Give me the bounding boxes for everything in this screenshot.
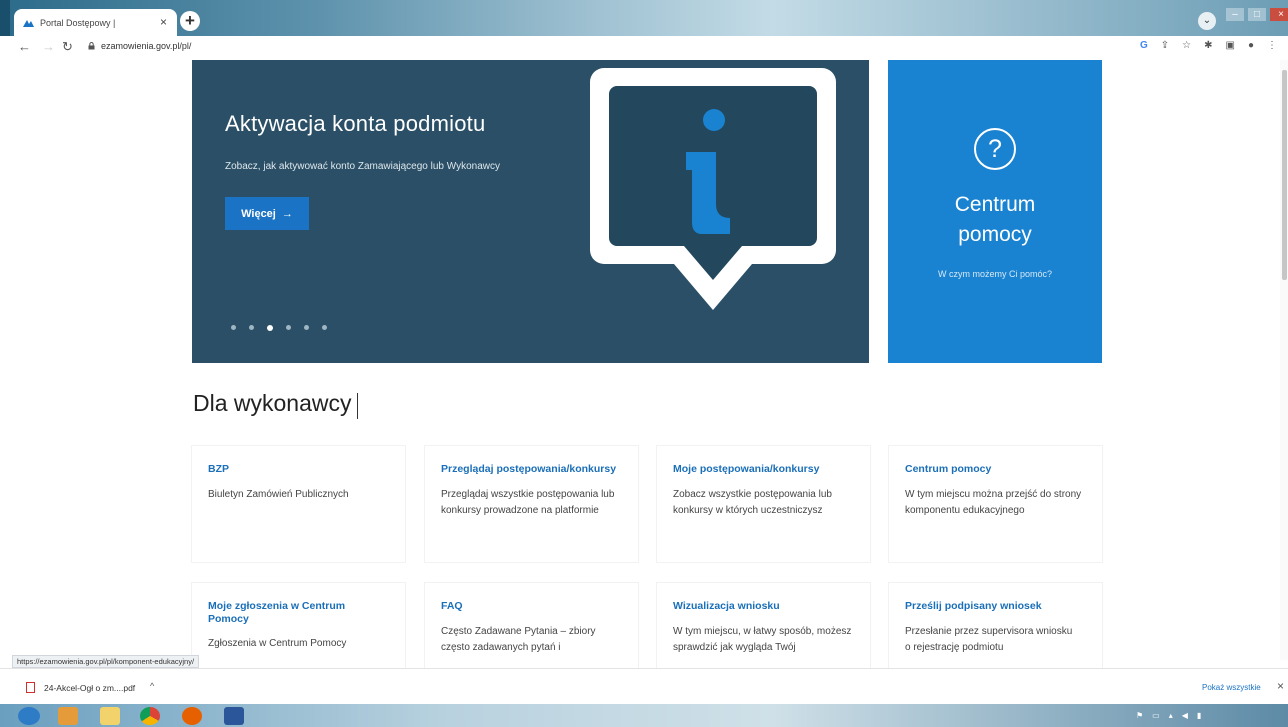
chrome-icon[interactable] [140, 707, 160, 725]
carousel-dots [231, 324, 327, 331]
hero-carousel: Aktywacja konta podmiotu Zobacz, jak akt… [192, 60, 869, 363]
back-arrow-icon[interactable]: ← [18, 39, 31, 54]
card-text: Zgłoszenia w Centrum Pomocy [208, 638, 347, 649]
tray-battery-icon[interactable]: ▮ [1197, 711, 1201, 720]
window-controls: – □ × [1226, 8, 1288, 22]
card-title: Wizualizacja wniosku [673, 600, 780, 612]
portal-favicon-icon [23, 20, 34, 27]
more-button[interactable]: Więcej → [225, 197, 309, 230]
carousel-dot[interactable] [267, 324, 273, 331]
system-clock [1238, 707, 1240, 716]
chevron-up-icon[interactable]: ^ [150, 681, 154, 691]
info-bubble-icon [590, 68, 836, 310]
lock-icon [88, 42, 95, 50]
page-scrollbar[interactable] [1280, 60, 1288, 660]
minimize-icon[interactable]: – [1226, 8, 1244, 21]
card-text: W tym miejscu, w łatwy sposób, możesz sp… [673, 626, 852, 653]
carousel-dot[interactable] [249, 325, 254, 330]
browser-toolbar: ← → ↻ ezamowienia.gov.pl/pl/ G ⇪ ☆ ✱ ▣ ●… [0, 36, 1288, 58]
pdf-file-icon [26, 682, 35, 693]
sidepanel-icon[interactable]: ▣ [1226, 40, 1235, 51]
card-my-proceedings[interactable]: Moje postępowania/konkursy Zobacz wszyst… [657, 446, 870, 562]
download-file-name[interactable]: 24-Akcel-Ogł o zm....pdf [44, 683, 135, 693]
arrow-right-icon: → [281, 207, 293, 220]
card-title: Centrum pomocy [905, 463, 992, 475]
card-title: Moje postępowania/konkursy [673, 463, 820, 475]
extensions-icon[interactable]: ✱ [1204, 40, 1212, 51]
help-center-panel[interactable]: ? Centrum pomocy W czym możemy Ci pomóc? [888, 60, 1102, 363]
tray-network-icon[interactable]: ▭ [1152, 711, 1160, 720]
text-cursor [357, 393, 358, 419]
card-text: Często Zadawane Pytania – zbiory często … [441, 626, 596, 653]
downloads-close-icon[interactable]: × [1277, 679, 1284, 693]
card-help-center[interactable]: Centrum pomocy W tym miejscu można przej… [889, 446, 1102, 562]
card-title: BZP [208, 463, 229, 475]
downloads-bar: 24-Akcel-Ogł o zm....pdf ^ Pokaż wszystk… [0, 668, 1288, 704]
card-text: Przesłanie przez supervisora wniosku o r… [905, 626, 1073, 653]
system-tray: ⚑ ▭ ▴ ◀ ▮ [1136, 711, 1201, 720]
tray-volume-icon[interactable]: ◀ [1182, 711, 1188, 720]
show-all-downloads-link[interactable]: Pokaż wszystkie [1202, 683, 1261, 692]
hero-title: Aktywacja konta podmiotu [225, 111, 486, 136]
hero-text: Zobacz, jak aktywować konto Zamawiająceg… [225, 161, 501, 172]
menu-dots-icon[interactable]: ⋮ [1267, 40, 1277, 51]
tray-flag-icon[interactable]: ⚑ [1136, 711, 1143, 720]
card-title: Przeglądaj postępowania/konkursy [441, 463, 617, 475]
more-button-label: Więcej [241, 207, 276, 220]
profile-icon[interactable]: ● [1248, 40, 1254, 51]
chevron-down-icon[interactable]: ⌄ [1198, 12, 1216, 30]
firefox-icon[interactable] [182, 707, 202, 725]
window-close-icon[interactable]: × [1270, 8, 1288, 21]
media-player-icon[interactable] [58, 707, 78, 725]
card-text: Zobacz wszystkie postępowania lub konkur… [673, 489, 832, 516]
help-title: Centrum pomocy [954, 193, 1036, 246]
help-subtitle: W czym możemy Ci pomóc? [937, 269, 1053, 279]
card-text: Biuletyn Zamówień Publicznych [208, 489, 349, 500]
maximize-icon[interactable]: □ [1248, 8, 1266, 21]
tab-close-icon[interactable]: × [160, 15, 167, 29]
carousel-dot[interactable] [304, 325, 309, 330]
tray-arrow-icon[interactable]: ▴ [1169, 711, 1173, 720]
card-text: W tym miejscu można przejść do strony ko… [905, 489, 1082, 516]
bookmark-star-icon[interactable]: ☆ [1182, 40, 1191, 51]
os-taskbar: ⚑ ▭ ▴ ◀ ▮ [0, 704, 1288, 727]
section-title: Dla wykonawcy [193, 390, 352, 416]
card-bzp[interactable]: BZP Biuletyn Zamówień Publicznych [192, 446, 405, 562]
reload-icon[interactable]: ↻ [62, 39, 73, 55]
forward-arrow-icon[interactable]: → [42, 39, 55, 54]
address-bar[interactable]: ezamowienia.gov.pl/pl/ [88, 41, 191, 51]
carousel-dot[interactable] [231, 325, 236, 330]
question-mark-icon: ? [974, 128, 1016, 170]
card-text: Przeglądaj wszystkie postępowania lub ko… [441, 489, 615, 516]
new-tab-button[interactable]: + [180, 11, 200, 31]
tabstrip-edge [0, 0, 10, 36]
card-browse-proceedings[interactable]: Przeglądaj postępowania/konkursy Przeglą… [425, 446, 638, 562]
start-button-icon[interactable] [18, 707, 40, 725]
card-title: Prześlij podpisany wniosek [905, 600, 1042, 612]
scrollbar-thumb[interactable] [1282, 70, 1287, 280]
carousel-dot[interactable] [286, 325, 291, 330]
word-icon[interactable] [224, 707, 244, 725]
file-explorer-icon[interactable] [100, 707, 120, 725]
share-icon[interactable]: ⇪ [1161, 40, 1169, 51]
card-title: Moje zgłoszenia w Centrum Pomocy [208, 600, 346, 625]
status-bar-url: https://ezamowienia.gov.pl/pl/komponent-… [12, 655, 200, 668]
url-text: ezamowienia.gov.pl/pl/ [101, 41, 192, 51]
card-title: FAQ [441, 600, 463, 612]
browser-tabstrip: Portal Dostępowy | × + ⌄ – □ × [0, 0, 1288, 36]
toolbar-icons: G ⇪ ☆ ✱ ▣ ● ⋮ [1140, 40, 1277, 51]
tab-title: Portal Dostępowy | [40, 18, 116, 28]
browser-tab[interactable]: Portal Dostępowy | × [14, 9, 177, 36]
google-icon[interactable]: G [1140, 40, 1148, 51]
carousel-dot[interactable] [322, 325, 327, 330]
